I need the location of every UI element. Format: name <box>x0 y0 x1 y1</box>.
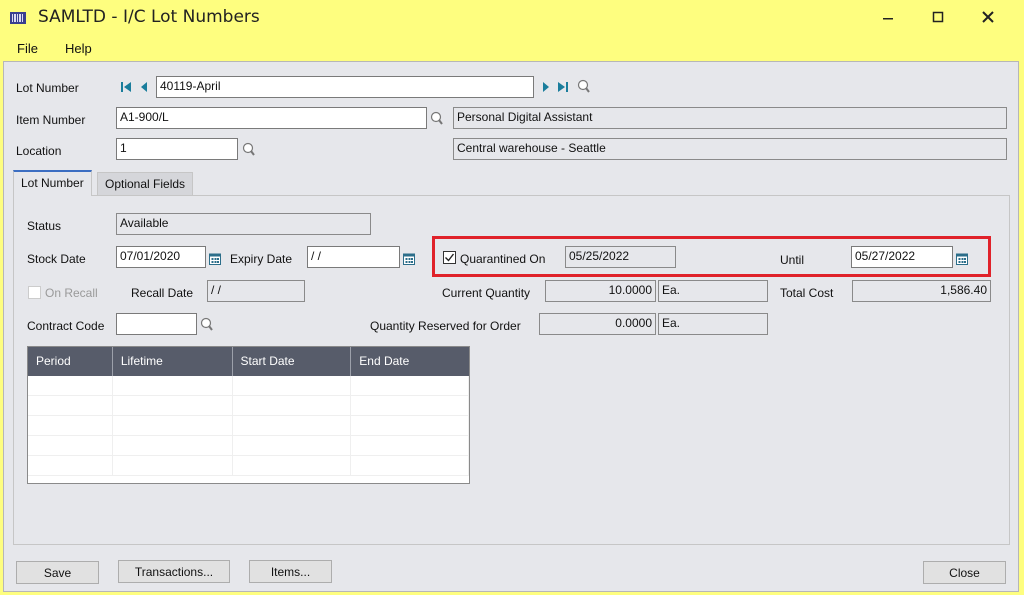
column-header-period[interactable]: Period <box>28 347 113 376</box>
on-recall-checkbox[interactable] <box>28 286 41 299</box>
menu-help[interactable]: Help <box>65 41 92 56</box>
location-finder-button[interactable] <box>241 141 257 159</box>
maximize-icon <box>932 11 944 23</box>
calendar-icon <box>209 253 221 265</box>
lot-number-label: Lot Number <box>16 81 79 95</box>
quarantined-on-date: 05/25/2022 <box>565 246 676 268</box>
recall-date-value: / / <box>207 280 305 302</box>
item-description: Personal Digital Assistant <box>453 107 1007 129</box>
status-value: Available <box>116 213 371 235</box>
column-header-end-date[interactable]: End Date <box>351 347 469 376</box>
first-record-icon <box>121 82 131 92</box>
menu-bar: File Help <box>0 38 1024 60</box>
column-header-lifetime[interactable]: Lifetime <box>113 347 233 376</box>
last-record-button[interactable] <box>556 79 570 95</box>
current-quantity-uom: Ea. <box>658 280 768 302</box>
grid-row[interactable] <box>28 436 469 456</box>
column-header-start-date[interactable]: Start Date <box>233 347 352 376</box>
quarantined-on-checkbox[interactable] <box>443 251 456 264</box>
expiry-date-label: Expiry Date <box>230 252 293 266</box>
previous-record-button[interactable] <box>138 79 150 95</box>
qty-reserved-value: 0.0000 <box>539 313 656 335</box>
grid-row[interactable] <box>28 416 469 436</box>
until-date-calendar-button[interactable] <box>955 250 969 266</box>
window-title: SAMLTD - I/C Lot Numbers <box>38 7 260 27</box>
save-button[interactable]: Save <box>16 561 99 584</box>
until-label: Until <box>780 253 805 267</box>
grid-header: Period Lifetime Start Date End Date <box>28 347 469 376</box>
items-button[interactable]: Items... <box>249 560 332 583</box>
last-record-icon <box>558 82 568 92</box>
item-number-input[interactable]: A1-900/L <box>116 107 427 129</box>
menu-file[interactable]: File <box>17 41 38 56</box>
contract-code-input[interactable] <box>116 313 197 335</box>
next-record-icon <box>543 82 549 92</box>
search-icon <box>242 142 255 156</box>
quarantined-on-label: Quarantined On <box>460 252 546 266</box>
current-quantity-label: Current Quantity <box>442 286 531 300</box>
calendar-icon <box>403 253 415 265</box>
first-record-button[interactable] <box>119 79 133 95</box>
item-number-label: Item Number <box>16 113 86 127</box>
grid-row[interactable] <box>28 396 469 416</box>
stock-date-label: Stock Date <box>27 252 86 266</box>
expiry-date-input[interactable]: / / <box>307 246 400 268</box>
previous-record-icon <box>141 82 147 92</box>
status-label: Status <box>27 219 62 233</box>
stock-date-calendar-button[interactable] <box>208 250 222 266</box>
location-input[interactable]: 1 <box>116 138 238 160</box>
item-finder-button[interactable] <box>429 110 445 128</box>
minimize-button[interactable] <box>866 4 910 30</box>
on-recall-label: On Recall <box>45 286 98 300</box>
transactions-button[interactable]: Transactions... <box>118 560 230 583</box>
recall-date-label: Recall Date <box>131 286 194 300</box>
location-description: Central warehouse - Seattle <box>453 138 1007 160</box>
maximize-button[interactable] <box>916 4 960 30</box>
search-icon <box>200 317 213 331</box>
tab-lot-number[interactable]: Lot Number <box>13 170 92 196</box>
search-icon <box>430 111 443 125</box>
expiry-date-calendar-button[interactable] <box>402 250 416 266</box>
app-barcode-icon <box>10 11 26 25</box>
contract-period-grid[interactable]: Period Lifetime Start Date End Date <box>27 346 470 484</box>
qty-reserved-uom: Ea. <box>658 313 768 335</box>
current-quantity-value: 10.0000 <box>545 280 656 302</box>
tab-optional-fields[interactable]: Optional Fields <box>97 172 194 195</box>
grid-row[interactable] <box>28 456 469 476</box>
grid-row[interactable] <box>28 376 469 396</box>
until-date-input[interactable]: 05/27/2022 <box>851 246 953 268</box>
stock-date-input[interactable]: 07/01/2020 <box>116 246 206 268</box>
calendar-icon <box>956 253 968 265</box>
contract-code-label: Contract Code <box>27 319 105 333</box>
next-record-button[interactable] <box>540 79 552 95</box>
contract-code-finder-button[interactable] <box>199 316 215 334</box>
search-icon <box>577 79 590 93</box>
checkmark-icon <box>445 253 455 262</box>
close-button[interactable]: Close <box>923 561 1006 584</box>
total-cost-label: Total Cost <box>780 286 834 300</box>
close-icon <box>982 11 994 23</box>
close-window-button[interactable] <box>966 4 1010 30</box>
title-bar: SAMLTD - I/C Lot Numbers <box>0 0 1024 38</box>
lot-finder-button[interactable] <box>576 78 592 96</box>
qty-reserved-label: Quantity Reserved for Order <box>370 319 521 333</box>
minimize-icon <box>883 18 893 20</box>
lot-number-input[interactable]: 40119-April <box>156 76 534 98</box>
location-label: Location <box>16 144 62 158</box>
total-cost-value: 1,586.40 <box>852 280 991 302</box>
